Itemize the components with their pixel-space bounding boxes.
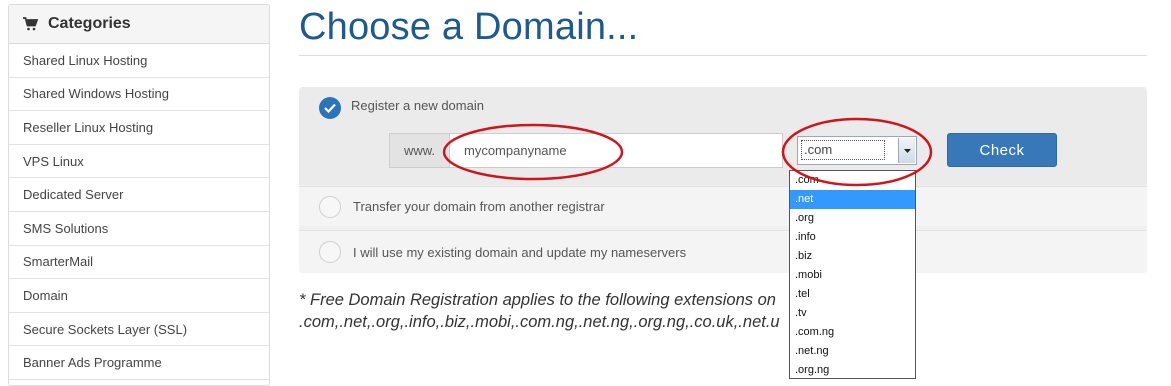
sidebar-item-dedicated-server[interactable]: Dedicated Server [9,178,269,212]
tld-option[interactable]: .net.ng [790,342,915,361]
sidebar-item-label: Shared Windows Hosting [23,86,169,102]
domain-options-panel: Register a new domain www. .com Check Tr… [299,87,1147,273]
sidebar-item-label: Reseller Linux Hosting [23,119,154,135]
transfer-radio[interactable] [319,195,341,218]
sidebar-item-label: Dedicated Server [23,187,124,203]
tld-option[interactable]: .com.ng [790,323,915,342]
tld-option[interactable]: .info [790,228,915,247]
tld-option[interactable]: .org [790,209,915,228]
categories-sidebar: Categories Shared Linux Hosting Shared W… [8,4,270,386]
tld-option[interactable]: .mobi [790,266,915,285]
footnote-line-1: * Free Domain Registration applies to th… [299,291,776,309]
categories-header: Categories [9,5,269,44]
sidebar-item-label: VPS Linux [23,153,84,169]
tld-dropdown-list: .com .net .org .info .biz .mobi .tel .tv… [789,170,916,379]
dropdown-arrow-icon[interactable] [898,138,915,163]
register-option-label: Register a new domain [351,98,484,113]
www-prefix: www. [389,133,449,168]
tld-option[interactable]: .tv [790,304,915,323]
tld-option[interactable]: .com [790,171,915,190]
sidebar-item-domain[interactable]: Domain [9,279,269,313]
sidebar-item-label: Banner Ads Programme [23,355,162,371]
sidebar-item-shared-windows-hosting[interactable]: Shared Windows Hosting [9,78,269,112]
check-button[interactable]: Check [947,133,1057,167]
page-title: Choose a Domain... [299,6,639,48]
transfer-option-label: Transfer your domain from another regist… [353,199,605,214]
sidebar-item-ssl[interactable]: Secure Sockets Layer (SSL) [9,313,269,347]
sidebar-item-sms-solutions[interactable]: SMS Solutions [9,212,269,246]
tld-selected-value: .com [801,140,885,160]
tld-option[interactable]: .tel [790,285,915,304]
existing-domain-option-label: I will use my existing domain and update… [353,244,687,260]
tld-select[interactable]: .com [797,136,917,165]
transfer-option[interactable]: Transfer your domain from another regist… [299,186,1147,226]
tld-option[interactable]: .net [790,190,915,209]
sidebar-item-shared-linux-hosting[interactable]: Shared Linux Hosting [9,44,269,78]
sidebar-item-label: SMS Solutions [23,220,109,236]
footnote-line-2: .com,.net,.org,.info,.biz,.mobi,.com.ng,… [299,313,780,331]
categories-title: Categories [48,15,131,32]
domain-name-input[interactable] [449,133,783,168]
sidebar-item-banner-ads-programme[interactable]: Banner Ads Programme [9,346,269,380]
shopping-cart-icon [23,17,38,31]
sidebar-item-label: Domain [23,287,68,303]
existing-domain-radio[interactable] [319,241,341,263]
checkmark-icon [324,103,336,113]
existing-domain-option[interactable]: I will use my existing domain and update… [299,230,1147,273]
tld-option[interactable]: .org.ng [790,361,915,378]
sidebar-item-reseller-linux-hosting[interactable]: Reseller Linux Hosting [9,111,269,145]
free-domain-footnote: * Free Domain Registration applies to th… [299,289,794,337]
title-divider [299,55,1147,56]
tld-option[interactable]: .biz [790,247,915,266]
sidebar-item-label: Shared Linux Hosting [23,52,148,68]
sidebar-item-label: Secure Sockets Layer (SSL) [23,321,188,337]
register-option: Register a new domain www. .com Check [299,87,1147,185]
sidebar-item-label: SmarterMail [23,254,94,270]
sidebar-item-smartermail[interactable]: SmarterMail [9,246,269,280]
register-radio[interactable] [319,97,341,119]
sidebar-item-vps-linux[interactable]: VPS Linux [9,145,269,179]
